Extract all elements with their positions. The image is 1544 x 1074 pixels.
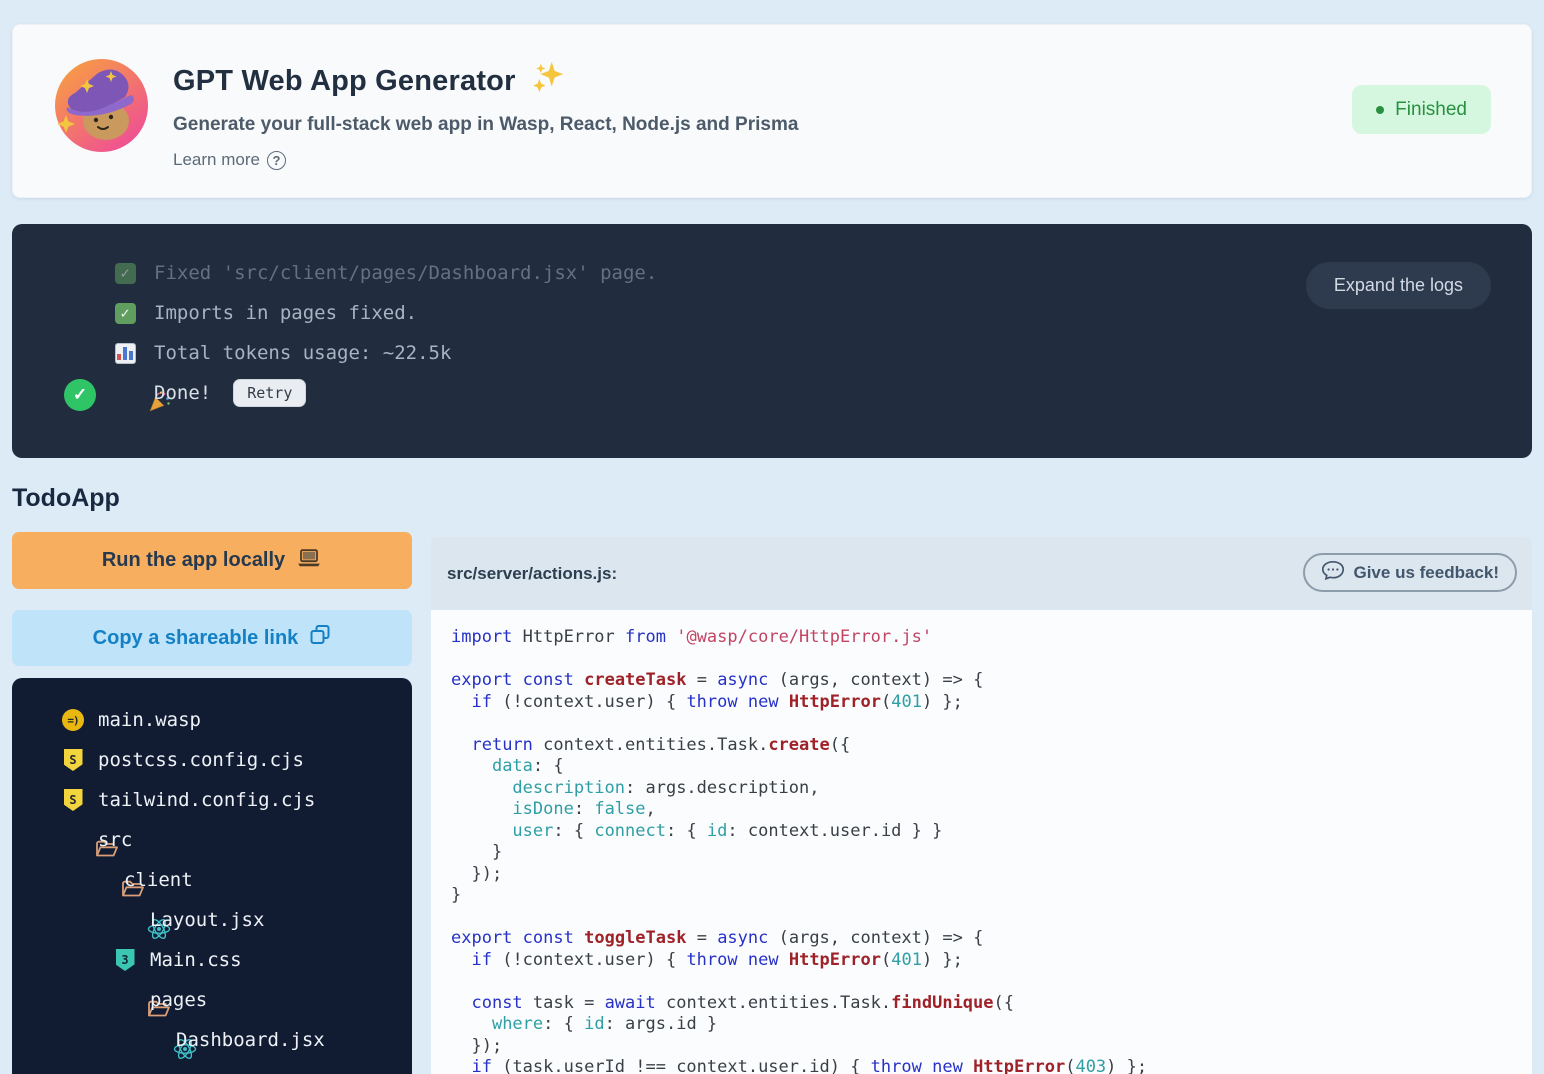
file-tree-item-layout-jsx[interactable]: Layout.jsx [12, 900, 412, 940]
file-tree-item-dashboard-jsx[interactable]: Dashboard.jsx [12, 1020, 412, 1060]
code-line: user: { connect: { id: context.user.id }… [451, 821, 1532, 843]
file-name: postcss.config.cjs [98, 749, 304, 771]
code-line: if (task.userId !== context.user.id) { t… [451, 1057, 1532, 1074]
log-text: Done! [154, 382, 211, 404]
page-title: GPT Web App Generator [173, 58, 798, 104]
file-name: Main.css [150, 949, 242, 971]
bar-chart-emoji-icon [115, 343, 136, 364]
generation-log-panel: ✓ Fixed 'src/client/pages/Dashboard.jsx' … [12, 224, 1532, 458]
code-line: isDone: false, [451, 799, 1532, 821]
code-line: if (!context.user) { throw new HttpError… [451, 692, 1532, 714]
status-dot-icon [1376, 106, 1384, 114]
run-app-button[interactable]: Run the app locally [12, 532, 412, 589]
file-name: tailwind.config.cjs [98, 789, 315, 811]
code-panel: src/server/actions.js: Give us feedback!… [431, 537, 1532, 1074]
file-tree-item-pages[interactable]: pages [12, 980, 412, 1020]
file-tree-item-postcss-config-cjs[interactable]: Spostcss.config.cjs [12, 740, 412, 780]
file-tree-item-client[interactable]: client [12, 860, 412, 900]
log-text: Total tokens usage: ~22.5k [154, 342, 451, 364]
js-file-icon: S [64, 749, 83, 771]
code-panel-header: src/server/actions.js: Give us feedback! [431, 537, 1532, 610]
code-line: return context.entities.Task.create({ [451, 735, 1532, 757]
expand-logs-button[interactable]: Expand the logs [1306, 262, 1491, 309]
status-badge: Finished [1352, 85, 1491, 134]
file-tree: =)main.waspSpostcss.config.cjsStailwind.… [12, 678, 412, 1074]
code-line [451, 713, 1532, 735]
check-emoji-icon: ✓ [115, 263, 136, 284]
log-text: Imports in pages fixed. [154, 302, 417, 324]
code-line: export const toggleTask = async (args, c… [451, 928, 1532, 950]
code-line: description: args.description, [451, 778, 1532, 800]
css-file-icon: 3 [116, 949, 135, 971]
code-content: import HttpError from '@wasp/core/HttpEr… [431, 610, 1532, 1074]
code-line: const task = await context.entities.Task… [451, 993, 1532, 1015]
code-line: } [451, 842, 1532, 864]
log-line: ✓ Imports in pages fixed. [12, 293, 1532, 333]
code-line: if (!context.user) { throw new HttpError… [451, 950, 1532, 972]
log-text: Fixed 'src/client/pages/Dashboard.jsx' p… [154, 262, 657, 284]
js-file-icon: S [64, 789, 83, 811]
retry-button[interactable]: Retry [233, 379, 306, 407]
code-line: }); [451, 864, 1532, 886]
wasp-mascot-logo [53, 57, 150, 154]
code-line: import HttpError from '@wasp/core/HttpEr… [451, 627, 1532, 649]
log-line: ✓ Fixed 'src/client/pages/Dashboard.jsx' … [12, 253, 1532, 293]
file-name: Dashboard.jsx [176, 1029, 325, 1051]
feedback-button[interactable]: Give us feedback! [1303, 553, 1517, 592]
code-line [451, 971, 1532, 993]
file-tree-item-src[interactable]: src [12, 820, 412, 860]
code-line [451, 907, 1532, 929]
copy-icon [309, 624, 331, 652]
log-line: Done! Retry [12, 373, 1532, 413]
file-name: client [124, 869, 193, 891]
learn-more-link[interactable]: Learn more ? [173, 150, 286, 170]
file-name: Layout.jsx [150, 909, 264, 931]
log-line: Total tokens usage: ~22.5k [12, 333, 1532, 373]
code-line: export const createTask = async (args, c… [451, 670, 1532, 692]
file-name: src [98, 829, 132, 851]
code-line: data: { [451, 756, 1532, 778]
speech-bubble-icon [1321, 560, 1345, 586]
file-name: main.wasp [98, 709, 201, 731]
page-subtitle: Generate your full-stack web app in Wasp… [173, 114, 798, 136]
app-header-card: GPT Web App Generator Generate your full… [12, 24, 1532, 198]
code-line: where: { id: args.id } [451, 1014, 1532, 1036]
copy-link-button[interactable]: Copy a shareable link [12, 610, 412, 666]
sparkles-icon [528, 58, 566, 104]
file-tree-item-tailwind-config-cjs[interactable]: Stailwind.config.cjs [12, 780, 412, 820]
check-emoji-icon: ✓ [115, 303, 136, 324]
current-file-path: src/server/actions.js: [447, 564, 617, 584]
wasp-file-icon: =) [62, 709, 84, 731]
code-line: }); [451, 1036, 1532, 1058]
file-tree-item-main-css[interactable]: 3 Main.css [12, 940, 412, 980]
app-name: TodoApp [12, 484, 120, 513]
code-line [451, 649, 1532, 671]
file-name: pages [150, 989, 207, 1011]
laptop-icon [296, 548, 322, 574]
code-line: } [451, 885, 1532, 907]
success-check-icon: ✓ [64, 379, 96, 411]
file-tree-item-main-wasp[interactable]: =) main.wasp [12, 700, 412, 740]
help-icon: ? [267, 151, 286, 170]
